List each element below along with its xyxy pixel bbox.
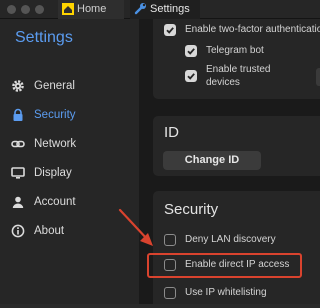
- two-factor-checkbox[interactable]: [164, 24, 176, 36]
- sidebar-item-label: About: [34, 225, 65, 237]
- gear-icon: [12, 80, 24, 92]
- window-titlebar: Home Settings: [0, 0, 320, 19]
- id-section-title: ID: [164, 124, 179, 141]
- sidebar-item-network[interactable]: Network: [11, 134, 135, 154]
- checkmark-icon: [187, 73, 195, 80]
- sidebar-item-label: Account: [34, 196, 76, 208]
- telegram-bot-checkbox[interactable]: [185, 45, 197, 57]
- window-bottom-edge: [0, 304, 320, 308]
- trusted-devices-checkbox[interactable]: [185, 70, 197, 82]
- deny-lan-discovery-label: Deny LAN discovery: [185, 234, 276, 245]
- manage-trusted-devices-button[interactable]: [316, 68, 320, 86]
- change-id-button[interactable]: Change ID: [163, 151, 261, 170]
- link-icon: [11, 140, 25, 148]
- settings-sidebar: Settings General Security Network Displa…: [0, 19, 139, 304]
- sidebar-title: Settings: [15, 29, 73, 46]
- highlight-box: [147, 253, 302, 278]
- close-window-button[interactable]: [7, 5, 16, 14]
- sidebar-item-display[interactable]: Display: [11, 163, 135, 183]
- two-factor-card: Enable two-factor authenticatio Telegram…: [153, 19, 320, 99]
- home-icon: [62, 3, 74, 15]
- two-factor-label: Enable two-factor authenticatio: [185, 24, 320, 35]
- person-icon: [12, 196, 24, 208]
- lock-icon: [13, 108, 23, 121]
- tab-settings-label: Settings: [150, 3, 190, 15]
- trusted-devices-label-line1: Enable trusted: [206, 64, 271, 75]
- trusted-devices-label-line2: devices: [206, 77, 240, 88]
- use-ip-whitelisting-label: Use IP whitelisting: [185, 287, 267, 298]
- wrench-icon: [134, 3, 146, 15]
- minimize-window-button[interactable]: [21, 5, 30, 14]
- checkmark-icon: [187, 48, 195, 55]
- tab-home-label: Home: [77, 3, 107, 15]
- tab-home[interactable]: Home: [58, 0, 124, 19]
- sidebar-item-general[interactable]: General: [11, 76, 135, 96]
- id-card: ID Change ID: [153, 116, 320, 176]
- security-section-title: Security: [164, 201, 219, 218]
- sidebar-item-label: Display: [34, 167, 72, 179]
- annotation-arrow: [118, 208, 153, 246]
- tab-settings[interactable]: Settings: [130, 0, 200, 19]
- sidebar-item-label: General: [34, 80, 75, 92]
- sidebar-item-label: Network: [34, 138, 77, 150]
- checkmark-icon: [166, 27, 174, 34]
- deny-lan-discovery-checkbox[interactable]: [164, 234, 176, 246]
- security-card: Security Deny LAN discovery Enable direc…: [153, 191, 320, 304]
- monitor-icon: [11, 167, 25, 179]
- maximize-window-button[interactable]: [35, 5, 44, 14]
- sidebar-item-security[interactable]: Security: [11, 105, 135, 125]
- use-ip-whitelisting-checkbox[interactable]: [164, 287, 176, 299]
- sidebar-item-label: Security: [34, 109, 76, 121]
- telegram-bot-label: Telegram bot: [206, 45, 264, 56]
- info-icon: [11, 224, 25, 238]
